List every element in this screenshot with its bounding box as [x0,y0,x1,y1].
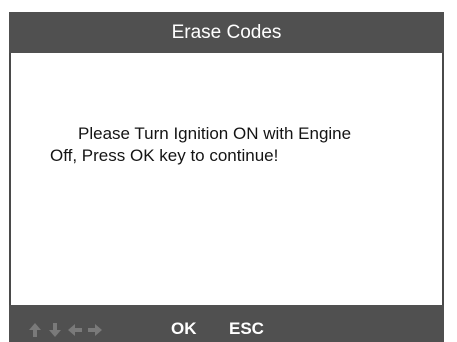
right-arrow-icon[interactable] [87,322,103,338]
title-bar: Erase Codes [9,12,444,53]
ok-key[interactable]: OK [171,319,197,339]
footer-bar: OK ESC [9,305,444,342]
left-arrow-icon[interactable] [67,322,83,338]
navigation-arrows [27,321,107,339]
instruction-message: Please Turn Ignition ON with Engine Off,… [50,124,352,165]
content-area: Please Turn Ignition ON with Engine Off,… [9,53,444,305]
page-title: Erase Codes [171,22,282,43]
esc-key[interactable]: ESC [229,319,264,339]
up-arrow-icon[interactable] [27,322,43,338]
down-arrow-icon[interactable] [47,322,63,338]
device-screen: Erase Codes Please Turn Ignition ON with… [9,12,444,342]
